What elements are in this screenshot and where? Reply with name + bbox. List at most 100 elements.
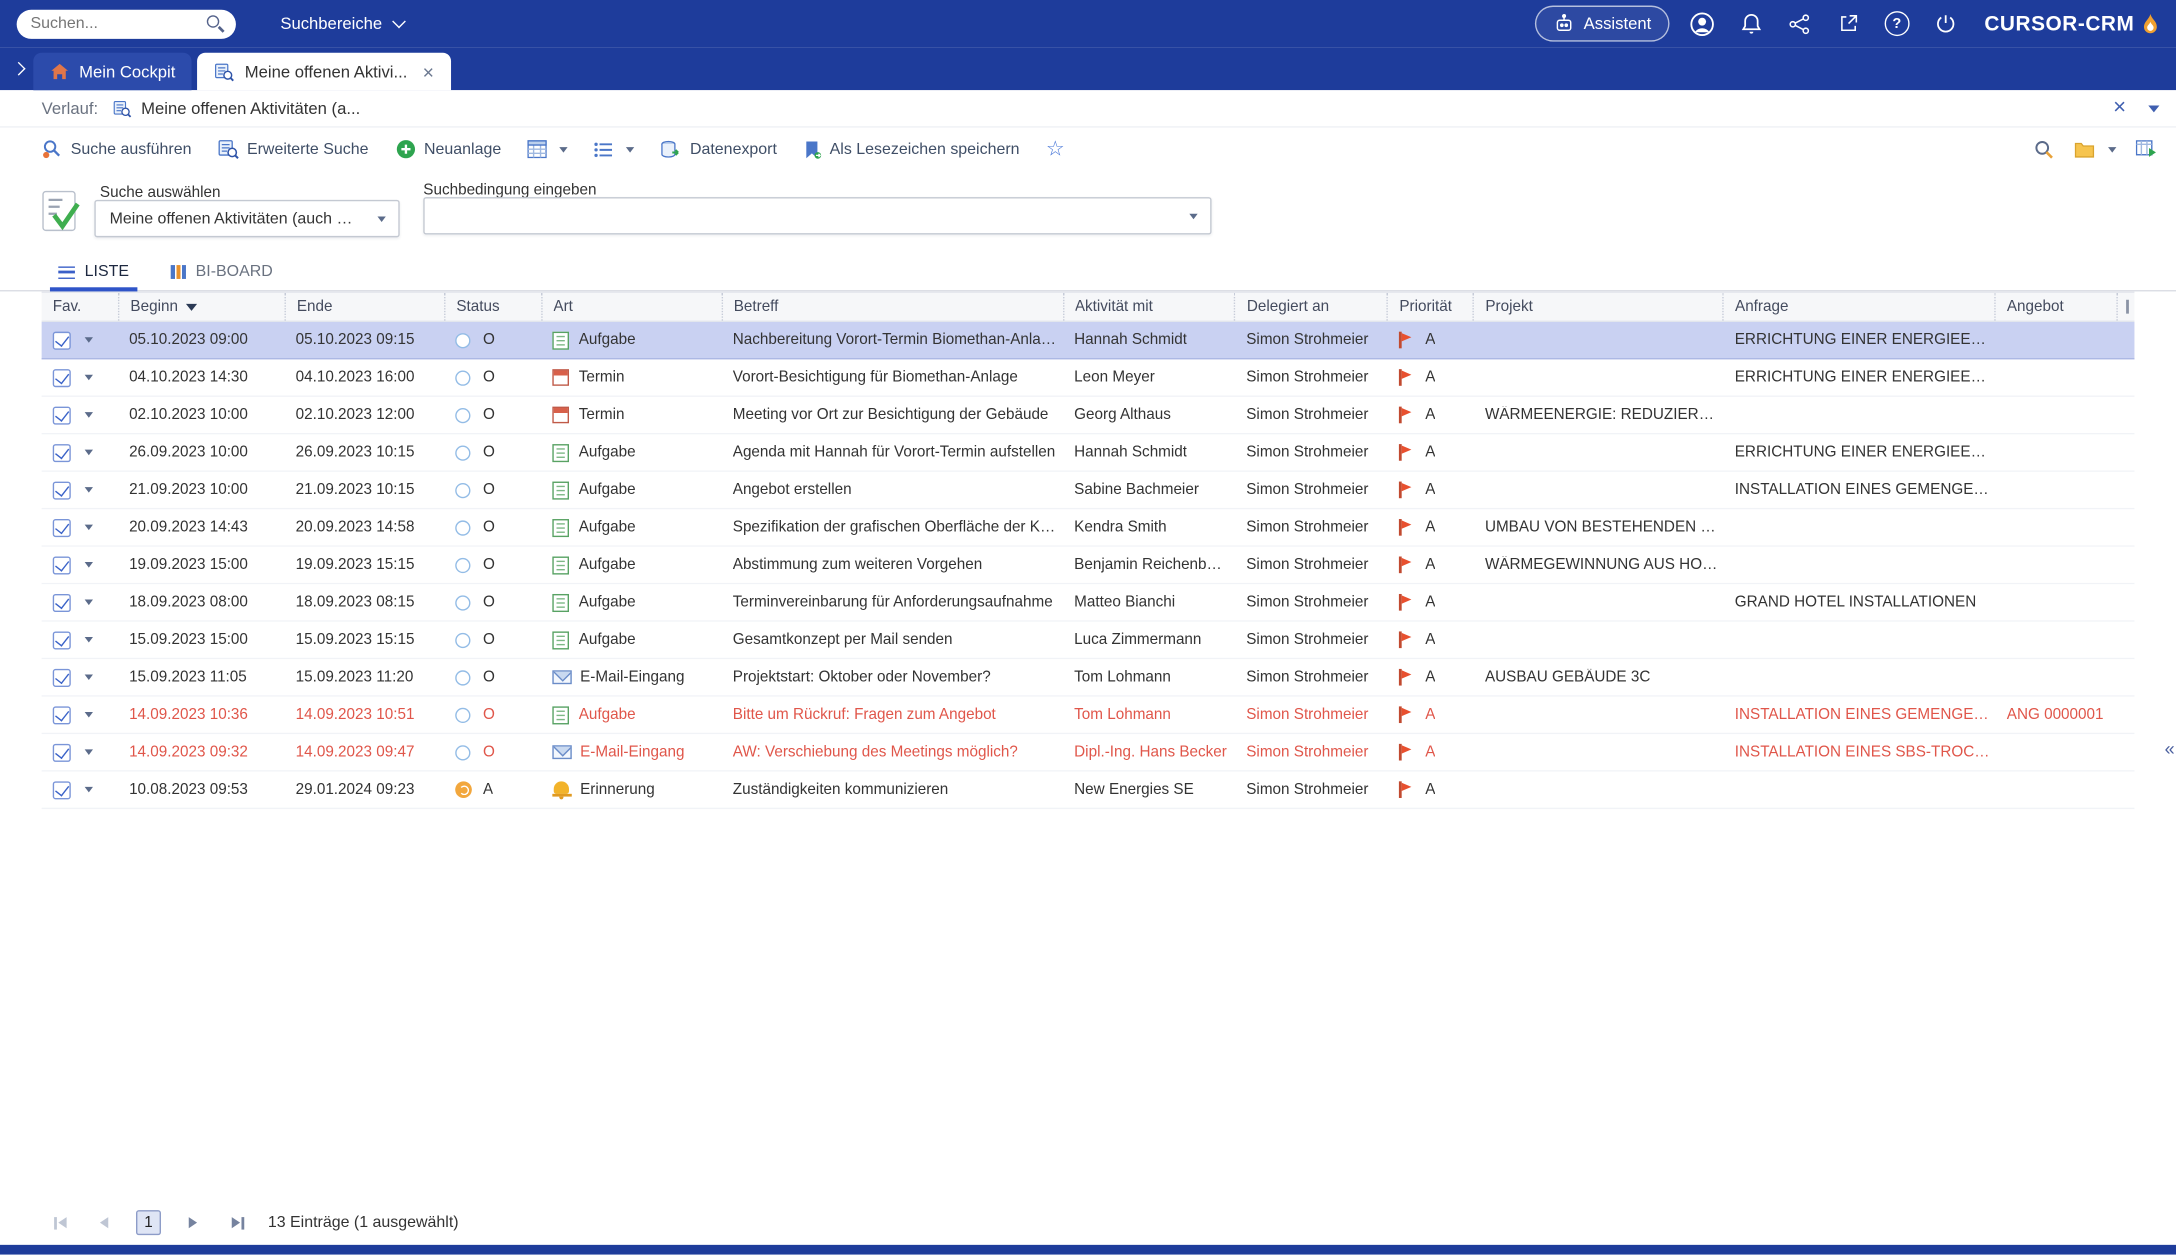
close-icon[interactable] — [2113, 97, 2126, 119]
first-page-button[interactable] — [47, 1210, 72, 1235]
search-input[interactable] — [16, 9, 236, 39]
assistant-button[interactable]: Assistent — [1535, 5, 1670, 42]
table-row[interactable]: 10.08.2023 09:53 29.01.2024 09:23 A Erin… — [41, 771, 2135, 810]
table-row[interactable]: 18.09.2023 08:00 18.09.2023 08:15 O Aufg… — [41, 584, 2135, 622]
share-button[interactable] — [1784, 8, 1815, 39]
row-checkbox[interactable] — [52, 705, 71, 724]
art-cell: Termin — [541, 359, 721, 395]
table-row[interactable]: 20.09.2023 14:43 20.09.2023 14:58 O Aufg… — [41, 509, 2135, 547]
status-cell: A — [444, 772, 541, 808]
advanced-search-button[interactable]: Erweiterte Suche — [218, 139, 369, 160]
collapse-panel-button[interactable]: « — [2165, 738, 2175, 759]
search-scope-dropdown[interactable]: Suchbereiche — [280, 14, 407, 33]
col-header-projekt[interactable]: Projekt — [1472, 292, 1723, 321]
table-row[interactable]: 14.09.2023 10:36 14.09.2023 10:51 O Aufg… — [41, 696, 2135, 735]
user-button[interactable] — [1687, 8, 1718, 39]
search-icon[interactable] — [206, 14, 225, 33]
tab-liste[interactable]: LISTE — [49, 264, 138, 292]
open-search-folder-button[interactable] — [2073, 141, 2117, 158]
row-expand-caret[interactable] — [84, 337, 93, 343]
app-logo: CURSOR-CRM — [1984, 12, 2159, 35]
table-row[interactable]: 15.09.2023 11:05 15.09.2023 11:20 O E-Ma… — [41, 659, 2135, 697]
row-expand-caret[interactable] — [84, 711, 93, 718]
data-export-button[interactable]: Datenexport — [661, 139, 777, 158]
table-row[interactable]: 05.10.2023 09:00 05.10.2023 09:15 O Aufg… — [41, 321, 2135, 360]
row-checkbox[interactable] — [52, 330, 71, 350]
col-header-art[interactable]: Art — [540, 292, 721, 321]
new-record-button[interactable]: Neuanlage — [395, 139, 501, 160]
open-external-button[interactable] — [1833, 8, 1864, 39]
tab-bi-board[interactable]: BI-BOARD — [170, 264, 273, 290]
row-expand-caret[interactable] — [84, 786, 93, 793]
bookmark-icon — [806, 140, 821, 159]
col-header-delegiert-an[interactable]: Delegiert an — [1234, 292, 1387, 321]
col-header-betreff[interactable]: Betreff — [721, 292, 1062, 321]
chevron-down-icon[interactable] — [2148, 104, 2160, 112]
col-header-ende[interactable]: Ende — [284, 292, 443, 321]
col-header-anfrage[interactable]: Anfrage — [1722, 292, 1995, 321]
current-page[interactable]: 1 — [136, 1210, 161, 1236]
row-checkbox[interactable] — [52, 630, 71, 649]
col-header-status[interactable]: Status — [443, 292, 541, 321]
row-expand-caret[interactable] — [84, 674, 93, 681]
row-checkbox[interactable] — [52, 780, 71, 799]
search-condition-dropdown[interactable] — [423, 197, 1212, 235]
table-row[interactable]: 02.10.2023 10:00 02.10.2023 12:00 O Term… — [41, 396, 2135, 435]
logout-button[interactable] — [1930, 8, 1961, 39]
notifications-button[interactable] — [1736, 8, 1767, 39]
col-header-beginn[interactable]: Beginn — [117, 292, 284, 321]
row-checkbox[interactable] — [52, 555, 71, 574]
table-row[interactable]: 15.09.2023 15:00 15.09.2023 15:15 O Aufg… — [41, 621, 2135, 660]
table-row[interactable]: 19.09.2023 15:00 19.09.2023 15:15 O Aufg… — [41, 546, 2135, 585]
last-page-button[interactable] — [225, 1210, 250, 1235]
beginn-cell: 02.10.2023 10:00 — [129, 406, 248, 424]
star-icon[interactable] — [1046, 139, 1065, 160]
column-settings-button[interactable] — [2116, 292, 2134, 321]
chevron-down-icon — [2108, 146, 2117, 152]
row-expand-caret[interactable] — [84, 637, 93, 643]
list-view-button[interactable] — [594, 141, 635, 158]
row-expand-caret[interactable] — [84, 599, 93, 606]
row-checkbox[interactable] — [52, 368, 71, 387]
row-checkbox[interactable] — [52, 443, 71, 462]
col-header-aktivitaet-mit[interactable]: Aktivität mit — [1062, 292, 1234, 321]
row-checkbox[interactable] — [52, 405, 71, 424]
table-row[interactable]: 04.10.2023 14:30 04.10.2023 16:00 O Term… — [41, 359, 2135, 397]
col-header-fav[interactable]: Fav. — [42, 293, 118, 321]
row-expand-caret[interactable] — [84, 749, 93, 755]
row-checkbox[interactable] — [52, 593, 71, 612]
row-expand-caret[interactable] — [84, 487, 93, 493]
search-settings-button[interactable] — [2033, 139, 2054, 160]
sidebar-expand-button[interactable] — [6, 50, 31, 86]
row-checkbox[interactable] — [52, 518, 71, 537]
row-expand-caret[interactable] — [84, 449, 93, 456]
close-icon[interactable] — [423, 62, 434, 81]
col-header-prioritaet[interactable]: Priorität — [1386, 292, 1473, 321]
help-button[interactable] — [1882, 8, 1913, 39]
table-row[interactable]: 21.09.2023 10:00 21.09.2023 10:15 O Aufg… — [41, 471, 2135, 510]
row-expand-caret[interactable] — [84, 374, 93, 381]
next-page-button[interactable] — [180, 1210, 205, 1235]
projekt-cell — [1474, 622, 1724, 658]
run-search-button[interactable]: Suche ausführen — [42, 139, 191, 160]
col-header-angebot[interactable]: Angebot — [1994, 292, 2116, 321]
row-checkbox[interactable] — [52, 480, 71, 499]
global-search[interactable] — [16, 9, 236, 39]
grid-view-button[interactable] — [527, 140, 568, 159]
history-entry[interactable]: Meine offenen Aktivitäten (a... — [112, 99, 360, 118]
priority-flag-icon — [1398, 331, 1413, 349]
prev-page-button[interactable] — [92, 1210, 117, 1235]
save-bookmark-button[interactable]: Als Lesezeichen speichern — [803, 139, 1020, 159]
select-search-dropdown[interactable]: Meine offenen Aktivitäten (auch Besp... — [94, 199, 400, 238]
fav-cell — [42, 547, 118, 583]
table-row[interactable]: 14.09.2023 09:32 14.09.2023 09:47 O E-Ma… — [41, 734, 2135, 772]
row-expand-caret[interactable] — [84, 562, 93, 568]
table-import-button[interactable] — [2135, 140, 2157, 158]
row-checkbox[interactable] — [52, 668, 71, 687]
tab-meine-offenen-aktivitaeten[interactable]: Meine offenen Aktivi... — [197, 52, 451, 91]
row-checkbox[interactable] — [52, 743, 71, 762]
table-row[interactable]: 26.09.2023 10:00 26.09.2023 10:15 O Aufg… — [41, 434, 2135, 472]
row-expand-caret[interactable] — [84, 524, 93, 531]
tab-mein-cockpit[interactable]: Mein Cockpit — [33, 52, 193, 91]
row-expand-caret[interactable] — [84, 412, 93, 418]
